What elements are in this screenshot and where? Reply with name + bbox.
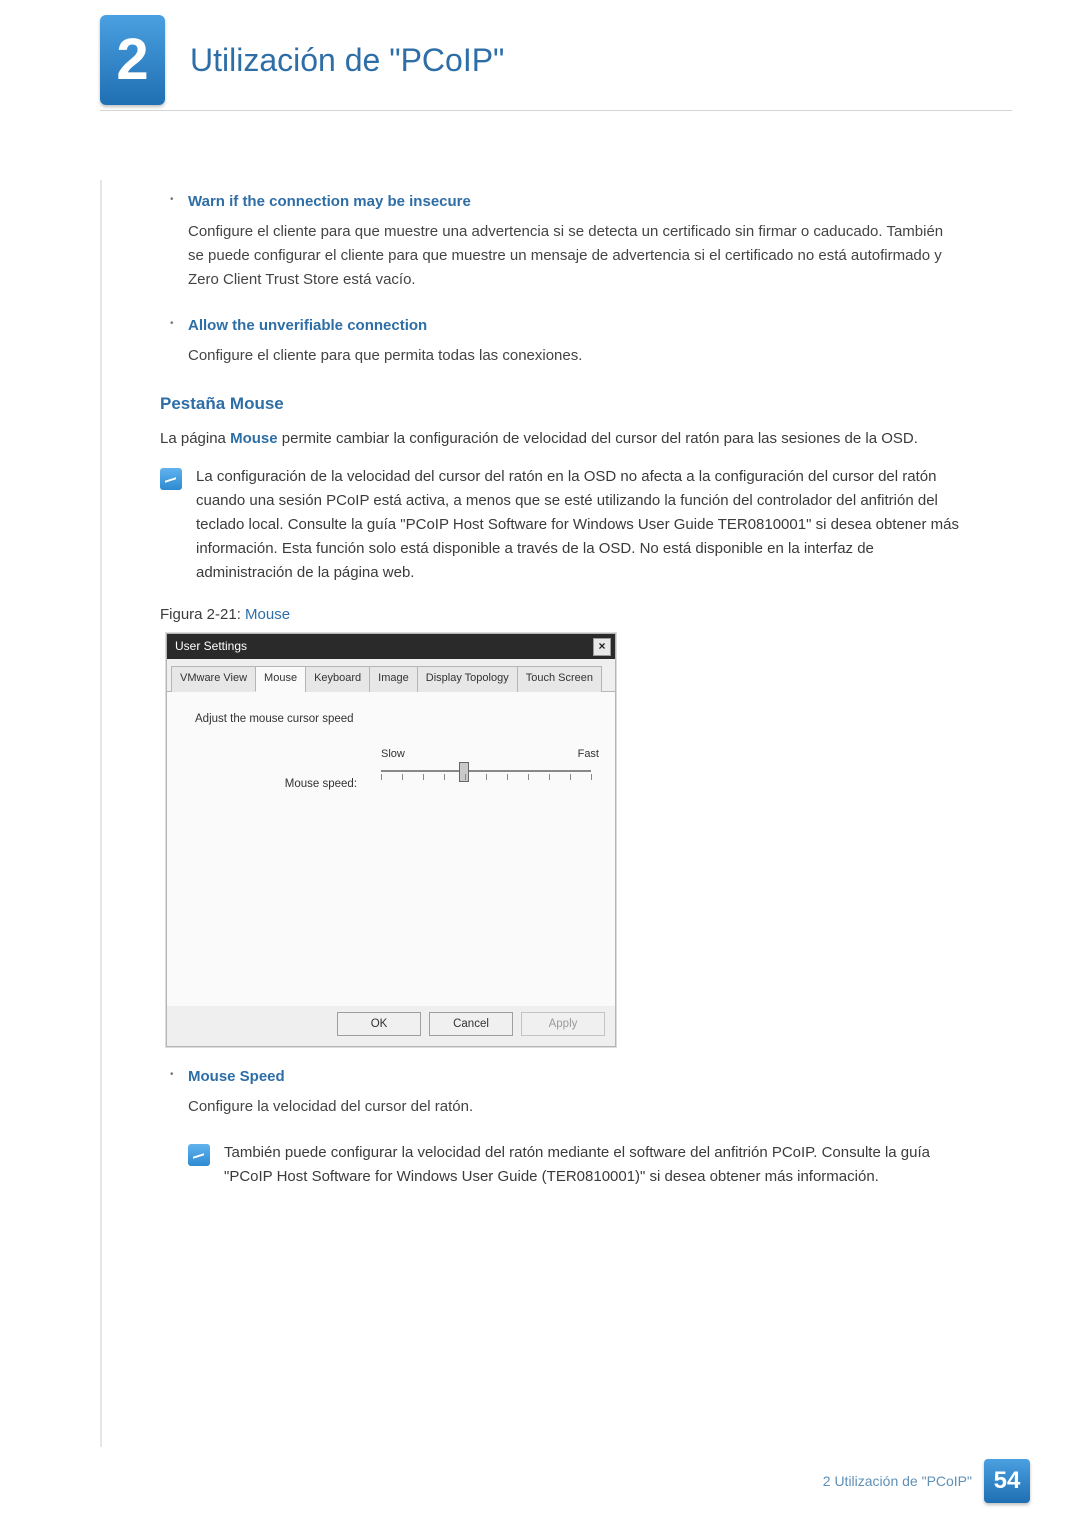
slow-label: Slow [381,746,405,764]
item-head-mouse-speed: Mouse Speed [188,1065,960,1089]
header-divider [100,110,1012,111]
slider-tick [444,774,445,780]
slider-tick [549,774,550,780]
para-highlight: Mouse [230,430,278,447]
tab-display-topology[interactable]: Display Topology [417,666,518,692]
section-mouse-head: Pestaña Mouse [160,390,960,417]
dialog-tabs: VMware View Mouse Keyboard Image Display… [167,659,615,692]
item-body-warn: Configure el cliente para que muestre un… [188,220,960,292]
slider-tick [402,774,403,780]
slider-thumb[interactable] [459,762,469,782]
para-post: permite cambiar la configuración de velo… [278,430,918,447]
slider-tick [528,774,529,780]
slider-tick [423,774,424,780]
item-head-allow: Allow the unverifiable connection [188,314,960,338]
figcap-pre: Figura 2-21: [160,606,245,623]
para-pre: La página [160,430,230,447]
slider-tick [570,774,571,780]
dialog-titlebar: User Settings × [167,634,615,659]
note-text-2: También puede configurar la velocidad de… [224,1141,960,1189]
adjust-label: Adjust the mouse cursor speed [195,710,595,728]
slider-tick [507,774,508,780]
mouse-intro-para: La página Mouse permite cambiar la confi… [160,427,960,451]
item-body-allow: Configure el cliente para que permita to… [188,344,960,368]
tab-image[interactable]: Image [369,666,418,692]
footer-label: 2 Utilización de "PCoIP" [823,1470,972,1492]
item-head-warn: Warn if the connection may be insecure [188,190,960,214]
chapter-number-badge: 2 [100,15,165,105]
slider-tick [591,774,592,780]
mouse-speed-label: Mouse speed: [267,775,357,793]
slider-tick [486,774,487,780]
dialog-title: User Settings [175,637,247,656]
slider-track [381,770,591,772]
figure-caption: Figura 2-21: Mouse [160,603,960,627]
tab-keyboard[interactable]: Keyboard [305,666,370,692]
ok-button[interactable]: OK [337,1012,421,1036]
dialog-button-bar: OK Cancel Apply [167,1006,615,1046]
tab-touch-screen[interactable]: Touch Screen [517,666,602,692]
apply-button[interactable]: Apply [521,1012,605,1036]
tab-mouse[interactable]: Mouse [255,666,306,692]
user-settings-dialog: User Settings × VMware View Mouse Keyboa… [166,633,616,1047]
slider-tick [465,774,466,780]
close-icon[interactable]: × [593,638,611,656]
note-icon [160,468,182,490]
item-body-mouse-speed: Configure la velocidad del cursor del ra… [188,1095,960,1119]
chapter-title: Utilización de "PCoIP" [190,35,504,86]
note-icon [188,1144,210,1166]
figcap-hl: Mouse [245,606,290,623]
left-margin-rule [100,180,102,1447]
mouse-speed-slider[interactable]: Slow Fast [381,764,591,804]
fast-label: Fast [578,746,599,764]
tab-vmware-view[interactable]: VMware View [171,666,256,692]
cancel-button[interactable]: Cancel [429,1012,513,1036]
slider-tick [381,774,382,780]
page-number-badge: 54 [984,1459,1030,1503]
note-text-1: La configuración de la velocidad del cur… [196,465,960,585]
